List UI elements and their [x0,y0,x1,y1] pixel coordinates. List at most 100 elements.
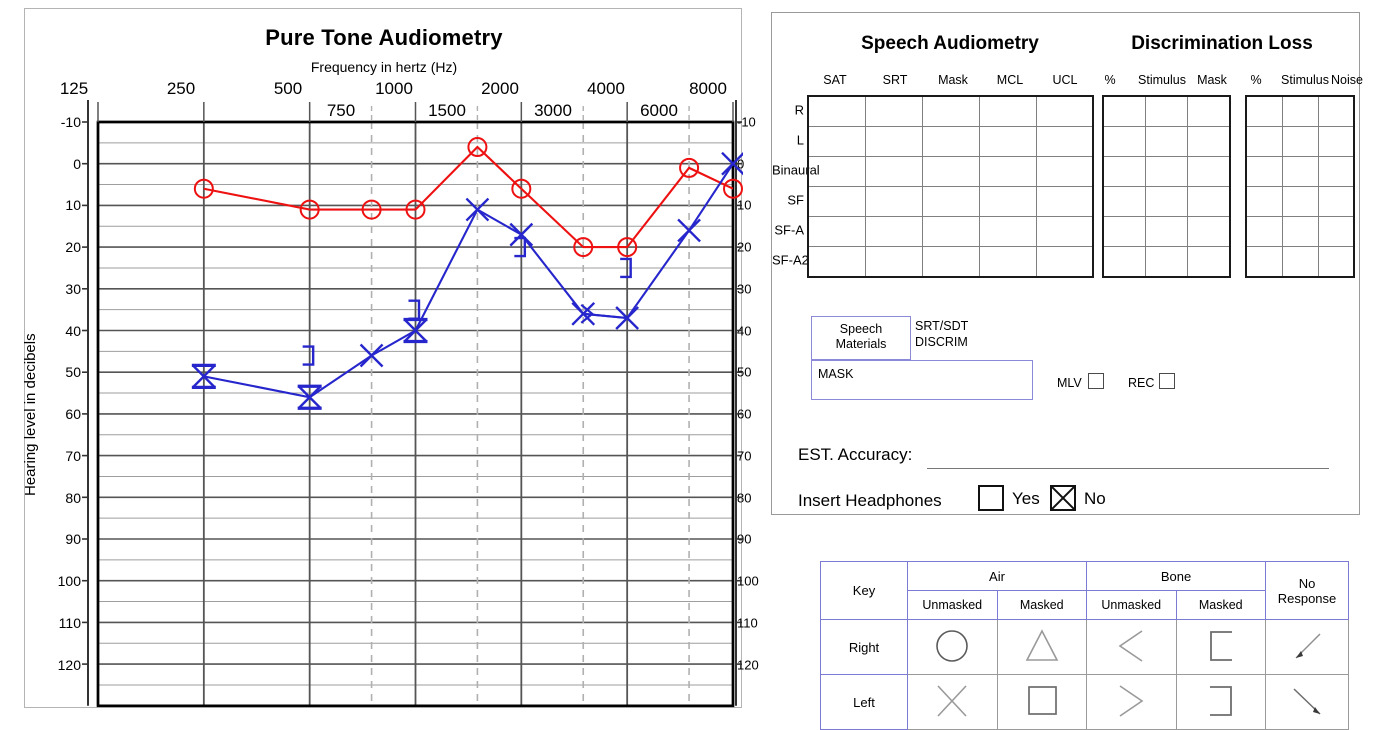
table-cell[interactable] [1035,216,1094,247]
table-cell[interactable] [1317,216,1355,247]
col-header-noise-2: Noise [1331,73,1363,87]
table-cell[interactable] [978,216,1037,247]
table-cell[interactable] [1035,156,1094,187]
table-cell[interactable] [864,246,923,278]
table-cell[interactable] [1245,186,1283,217]
table-cell[interactable] [1102,95,1146,127]
no-response-line1: No [1298,575,1316,591]
table-cell[interactable] [807,95,866,127]
table-cell[interactable] [1102,126,1146,157]
table-cell[interactable] [1187,95,1231,127]
table-cell[interactable] [1035,95,1094,127]
table-cell[interactable] [1102,156,1146,187]
table-cell[interactable] [1187,186,1231,217]
symbol-less-than-icon [1086,619,1177,675]
table-cell[interactable] [1187,246,1231,278]
table-cell[interactable] [1035,126,1094,157]
table-cell[interactable] [807,216,866,247]
table-cell[interactable] [1245,156,1283,187]
table-cell[interactable] [1317,95,1355,127]
table-cell[interactable] [1245,95,1283,127]
table-cell[interactable] [1035,186,1094,217]
table-cell[interactable] [807,156,866,187]
table-cell[interactable] [864,156,923,187]
table-cell[interactable] [864,126,923,157]
table-cell[interactable] [1281,216,1319,247]
table-cell[interactable] [864,186,923,217]
table-cell[interactable] [1317,126,1355,157]
table-cell[interactable] [1317,246,1355,278]
table-cell[interactable] [1281,186,1319,217]
col-header-mask-1: Mask [1197,73,1227,87]
table-cell[interactable] [1035,246,1094,278]
mlv-checkbox[interactable] [1088,373,1104,389]
table-cell[interactable] [1144,216,1189,247]
table-cell[interactable] [807,126,866,157]
table-row [1102,246,1231,278]
table-cell[interactable] [921,126,980,157]
col-header-pct-1: % [1104,73,1116,87]
table-cell[interactable] [921,95,980,127]
speech-audiometry-table[interactable] [807,95,1094,278]
table-cell[interactable] [1102,216,1146,247]
table-cell[interactable] [1102,186,1146,217]
series-layer-bracket-right [302,236,632,366]
table-cell[interactable] [978,156,1037,187]
table-cell[interactable] [807,246,866,278]
table-cell[interactable] [1144,156,1189,187]
table-cell[interactable] [1281,95,1319,127]
table-cell[interactable] [921,186,980,217]
table-cell[interactable] [1144,186,1189,217]
speech-materials-box[interactable]: Speech Materials [811,316,911,360]
table-cell[interactable] [807,186,866,217]
est-accuracy-input[interactable] [927,468,1329,469]
table-cell[interactable] [1281,156,1319,187]
table-cell[interactable] [921,216,980,247]
table-cell[interactable] [1317,156,1355,187]
key-header-air-unmasked: Unmasked [907,590,998,620]
table-cell[interactable] [864,95,923,127]
col-header-ucl: UCL [1052,73,1078,87]
table-cell[interactable] [1187,156,1231,187]
table-cell[interactable] [1144,126,1189,157]
table-row [1102,186,1231,217]
table-cell[interactable] [1281,126,1319,157]
symbol-key-panel: Key Air Bone No Response Unmasked Masked… [820,561,1349,730]
table-cell[interactable] [1102,246,1146,278]
table-cell[interactable] [921,246,980,278]
table-cell[interactable] [978,186,1037,217]
key-header-bone: Bone [1086,561,1266,591]
table-cell[interactable] [1245,216,1283,247]
mlv-label: MLV [1057,376,1082,390]
table-row [1102,126,1231,157]
table-cell[interactable] [1281,246,1319,278]
discrimination-table-2[interactable] [1245,95,1355,278]
table-cell[interactable] [1144,246,1189,278]
table-cell[interactable] [921,156,980,187]
table-cell[interactable] [978,95,1037,127]
est-accuracy-label: EST. Accuracy: [798,445,913,464]
table-cell[interactable] [1187,216,1231,247]
table-row [1245,186,1355,217]
symbol-no-response-right-icon [1265,619,1349,675]
symbol-square-icon [996,674,1087,730]
table-cell[interactable] [1317,186,1355,217]
table-cell[interactable] [1187,126,1231,157]
rec-checkbox[interactable] [1159,373,1175,389]
table-cell[interactable] [1245,126,1283,157]
table-cell[interactable] [978,246,1037,278]
table-cell[interactable] [1144,95,1189,127]
insert-headphones-yes-checkbox[interactable] [978,485,1004,511]
table-cell[interactable] [1245,246,1283,278]
table-cell[interactable] [864,216,923,247]
key-header-no-response: No Response [1265,561,1349,620]
table-cell[interactable] [978,126,1037,157]
x-mark-icon [1051,486,1075,510]
key-header-bone-unmasked: Unmasked [1086,590,1177,620]
series-layer-circle [193,137,743,258]
insert-headphones-no-checkbox[interactable] [1050,485,1076,511]
discrimination-table-1[interactable] [1102,95,1231,278]
mask-input-box[interactable]: MASK [811,360,1033,400]
table-row: Right [820,619,1349,675]
symbol-no-response-left-icon [1265,674,1349,730]
